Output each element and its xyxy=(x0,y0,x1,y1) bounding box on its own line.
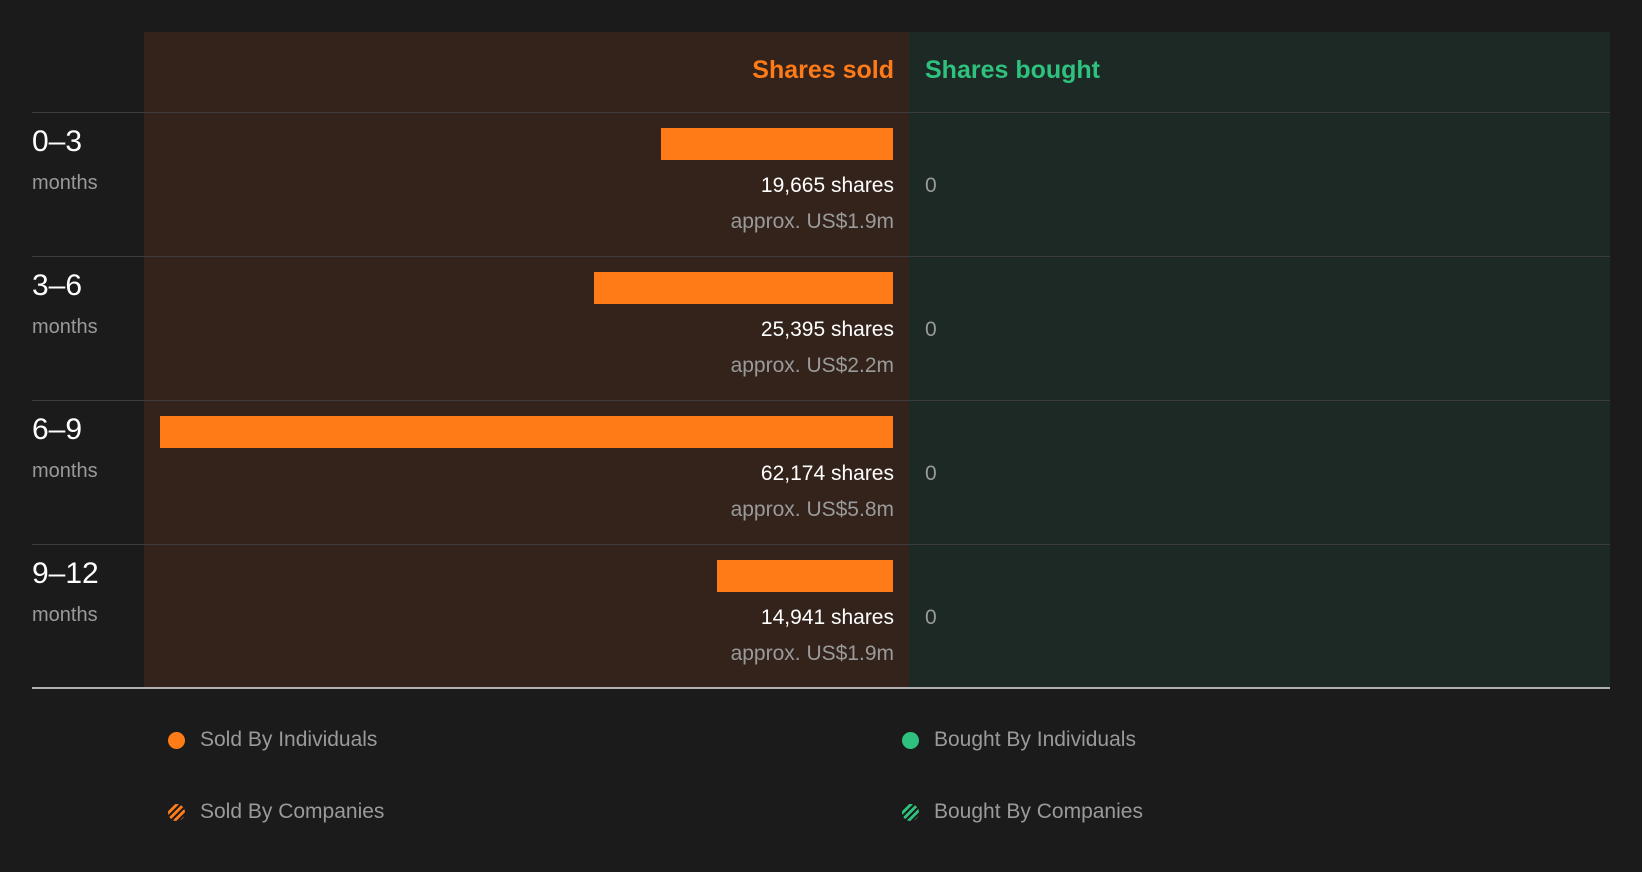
shares-sold-bar xyxy=(160,416,893,448)
shares-sold-count: 25,395 shares xyxy=(760,318,894,341)
period-unit-label: months xyxy=(32,172,98,194)
shares-sold-count: 62,174 shares xyxy=(760,462,894,485)
shares-sold-bar xyxy=(717,560,893,592)
legend-label: Sold By Companies xyxy=(200,800,385,823)
striped-dot-icon xyxy=(902,803,919,821)
period-unit-label: months xyxy=(32,604,98,626)
chart-baseline xyxy=(32,687,1610,689)
shares-sold-bar xyxy=(594,272,893,304)
period-range-label: 9–12 xyxy=(32,557,99,590)
period-range-label: 3–6 xyxy=(32,269,83,302)
shares-sold-value: approx. US$5.8m xyxy=(730,498,894,521)
period-range-label: 0–3 xyxy=(32,125,83,158)
chart-row: 3–6 months 25,395 shares approx. US$2.2m 0 xyxy=(0,256,1642,400)
chart-row: 0–3 months 19,665 shares approx. US$1.9m 0 xyxy=(0,112,1642,256)
legend-label: Bought By Individuals xyxy=(934,728,1136,751)
dot-icon xyxy=(168,731,185,749)
shares-sold-header: Shares sold xyxy=(752,56,894,84)
shares-sold-value: approx. US$1.9m xyxy=(730,210,894,233)
dot-icon xyxy=(902,731,919,749)
chart-row: 6–9 months 62,174 shares approx. US$5.8m 0 xyxy=(0,400,1642,544)
legend-label: Sold By Individuals xyxy=(200,728,378,751)
shares-bought-header: Shares bought xyxy=(925,56,1101,84)
period-unit-label: months xyxy=(32,460,98,482)
shares-bought-count: 0 xyxy=(925,318,937,341)
insider-trading-chart: Shares sold Shares bought 0–3 months 19,66… xyxy=(0,0,1642,872)
period-unit-label: months xyxy=(32,316,98,338)
striped-dot-icon xyxy=(168,803,185,821)
shares-sold-value: approx. US$1.9m xyxy=(730,642,894,665)
shares-sold-bar xyxy=(661,128,893,160)
period-range-label: 6–9 xyxy=(32,413,83,446)
shares-bought-count: 0 xyxy=(925,606,937,629)
legend-item: Bought By Individuals xyxy=(902,725,1136,755)
legend-item: Bought By Companies xyxy=(902,797,1143,827)
shares-bought-count: 0 xyxy=(925,174,937,197)
legend-item: Sold By Individuals xyxy=(168,725,377,755)
legend-item: Sold By Companies xyxy=(168,797,384,827)
legend-label: Bought By Companies xyxy=(934,800,1143,823)
shares-bought-count: 0 xyxy=(925,462,937,485)
shares-sold-count: 19,665 shares xyxy=(760,174,894,197)
shares-sold-count: 14,941 shares xyxy=(760,606,894,629)
chart-row: 9–12 months 14,941 shares approx. US$1.9m 0 xyxy=(0,544,1642,688)
shares-sold-value: approx. US$2.2m xyxy=(730,354,894,377)
